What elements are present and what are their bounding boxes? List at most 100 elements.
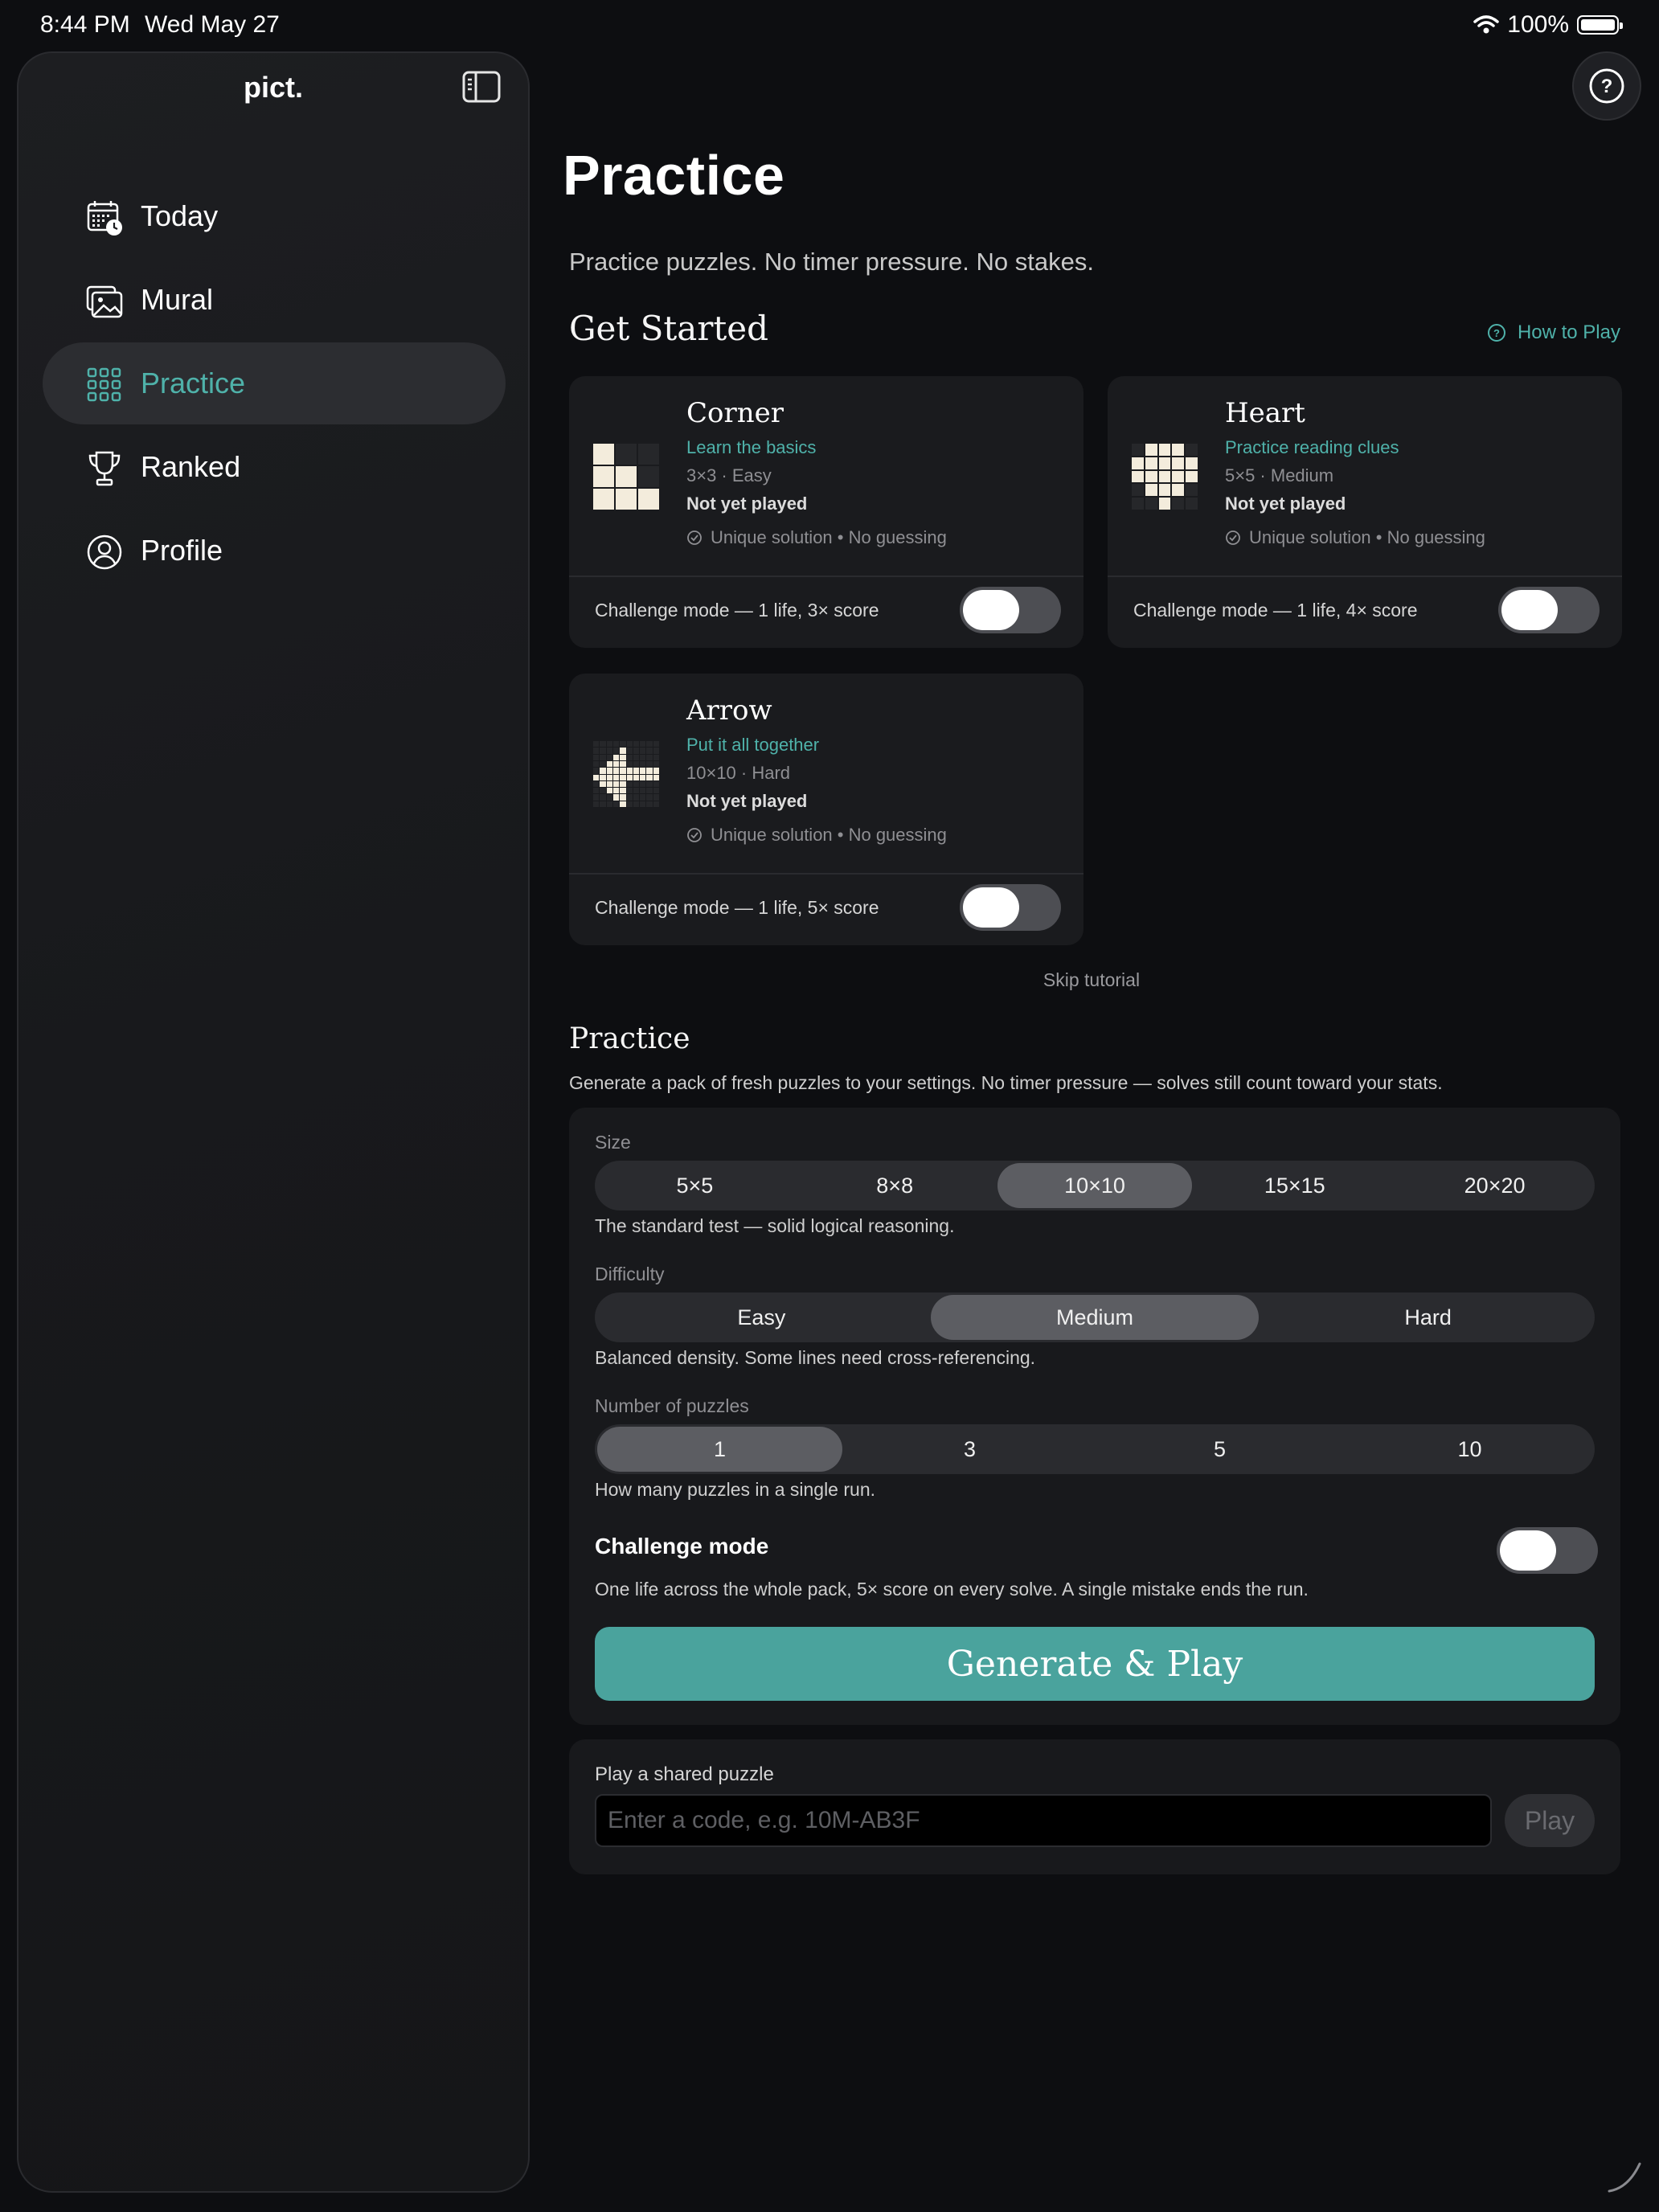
card-features: Unique solution • No guessing (686, 825, 947, 846)
app-brand: pict. (243, 71, 303, 104)
battery-percent: 100% (1507, 11, 1569, 38)
challenge-mode-help: One life across the whole pack, 5× score… (595, 1579, 1309, 1600)
sidebar-item-label: Profile (141, 534, 223, 567)
sidebar-item-label: Ranked (141, 450, 241, 483)
sidebar-item-ranked[interactable]: Ranked (43, 426, 506, 508)
trophy-icon (88, 451, 121, 486)
card-features-text: Unique solution • No guessing (1249, 527, 1485, 547)
puzzle-code-input[interactable] (595, 1794, 1492, 1847)
shared-puzzle-label: Play a shared puzzle (595, 1763, 774, 1785)
card-status: Not yet played (686, 791, 808, 811)
card-features: Unique solution • No guessing (686, 527, 947, 548)
size-option-10x10[interactable]: 10×10 (997, 1163, 1193, 1208)
sidebar-item-label: Practice (141, 367, 246, 399)
difficulty-option-hard[interactable]: Hard (1264, 1295, 1592, 1340)
svg-text:?: ? (1601, 76, 1613, 97)
battery-icon (1577, 15, 1623, 35)
shared-puzzle-panel: Play a shared puzzle Play (569, 1739, 1620, 1874)
sidebar-nav: Today Mural Practice Ranked Profile (43, 175, 506, 593)
svg-text:?: ? (1493, 327, 1500, 339)
person-circle-icon (87, 535, 122, 570)
card-features: Unique solution • No guessing (1225, 527, 1485, 548)
help-button[interactable]: ? (1572, 51, 1641, 121)
generate-play-button[interactable]: Generate & Play (595, 1627, 1595, 1701)
challenge-toggle[interactable] (1498, 587, 1600, 633)
challenge-toggle[interactable] (960, 587, 1061, 633)
difficulty-option-easy[interactable]: Easy (597, 1295, 926, 1340)
question-circle-icon: ? (1589, 68, 1624, 104)
count-option-5[interactable]: 5 (1097, 1427, 1342, 1472)
count-option-1[interactable]: 1 (597, 1427, 842, 1472)
card-tagline: Learn the basics (686, 437, 817, 457)
size-help: The standard test — solid logical reason… (595, 1215, 955, 1236)
difficulty-option-medium[interactable]: Medium (930, 1295, 1260, 1340)
card-meta: 10×10 · Hard (686, 763, 791, 783)
page-subtitle: Practice puzzles. No timer pressure. No … (569, 248, 1094, 276)
calendar-clock-icon (87, 201, 122, 236)
get-started-title: Get Started (569, 309, 769, 348)
grid-icon (87, 367, 121, 402)
card-meta: 3×3 · Easy (686, 465, 772, 485)
puzzle-thumbnail (593, 444, 659, 510)
challenge-toggle[interactable] (960, 884, 1061, 931)
difficulty-label: Difficulty (595, 1264, 665, 1284)
check-circle-icon (687, 530, 702, 545)
difficulty-segmented-control: Easy Medium Hard (595, 1292, 1595, 1342)
card-status: Not yet played (1225, 494, 1346, 514)
card-title: Corner (686, 397, 784, 429)
card-features-text: Unique solution • No guessing (711, 825, 947, 845)
count-segmented-control: 1 3 5 10 (595, 1424, 1595, 1474)
practice-section-title: Practice (569, 1022, 690, 1055)
size-option-15x15[interactable]: 15×15 (1197, 1163, 1392, 1208)
sidebar-item-mural[interactable]: Mural (43, 259, 506, 341)
divider (1108, 576, 1622, 577)
card-tagline: Practice reading clues (1225, 437, 1399, 457)
card-challenge-label: Challenge mode — 1 life, 5× score (595, 897, 879, 918)
status-time: 8:44 PM (40, 11, 130, 38)
card-features-text: Unique solution • No guessing (711, 527, 947, 547)
photos-icon (86, 285, 123, 318)
tutorial-card-corner[interactable]: Corner Learn the basics 3×3 · Easy Not y… (569, 376, 1083, 648)
count-option-10[interactable]: 10 (1347, 1427, 1592, 1472)
sidebar-toggle-icon[interactable] (462, 71, 501, 103)
size-option-20x20[interactable]: 20×20 (1397, 1163, 1592, 1208)
sidebar-item-practice[interactable]: Practice (43, 342, 506, 424)
size-label: Size (595, 1132, 631, 1153)
question-circle-icon: ? (1487, 324, 1505, 342)
page-title: Practice (563, 144, 785, 207)
size-segmented-control: 5×5 8×8 10×10 15×15 20×20 (595, 1161, 1595, 1210)
size-option-8x8[interactable]: 8×8 (797, 1163, 993, 1208)
card-status: Not yet played (686, 494, 808, 514)
status-indicators: 100% (1473, 11, 1623, 39)
sidebar-item-label: Mural (141, 283, 214, 316)
card-title: Arrow (686, 694, 772, 727)
wifi-icon (1473, 15, 1500, 34)
check-circle-icon (1226, 530, 1240, 545)
status-date: Wed May 27 (145, 11, 280, 38)
pencil-stroke-icon (1608, 2162, 1641, 2193)
check-circle-icon (687, 828, 702, 842)
challenge-mode-toggle[interactable] (1497, 1527, 1598, 1574)
sidebar-item-profile[interactable]: Profile (43, 510, 506, 592)
card-meta: 5×5 · Medium (1225, 465, 1334, 485)
practice-settings-panel: Size 5×5 8×8 10×10 15×15 20×20 The stand… (569, 1108, 1620, 1725)
count-option-3[interactable]: 3 (847, 1427, 1092, 1472)
sidebar: pict. Today Mural Practice Ranked Profil… (17, 51, 530, 2193)
divider (569, 873, 1083, 875)
count-label: Number of puzzles (595, 1395, 749, 1416)
tutorial-card-arrow[interactable]: Arrow Put it all together 10×10 · Hard N… (569, 674, 1083, 945)
card-title: Heart (1225, 397, 1305, 429)
divider (569, 576, 1083, 577)
puzzle-thumbnail (593, 741, 659, 807)
play-code-button[interactable]: Play (1505, 1794, 1595, 1847)
sidebar-item-today[interactable]: Today (43, 175, 506, 257)
size-option-5x5[interactable]: 5×5 (597, 1163, 793, 1208)
skip-tutorial-link[interactable]: Skip tutorial (563, 969, 1620, 991)
how-to-play-link[interactable]: ? How to Play (1487, 322, 1620, 344)
how-to-play-label: How to Play (1517, 322, 1620, 343)
card-challenge-label: Challenge mode — 1 life, 4× score (1133, 600, 1418, 621)
status-bar: 8:44 PM Wed May 27 100% (0, 0, 1659, 51)
count-help: How many puzzles in a single run. (595, 1479, 875, 1500)
tutorial-card-heart[interactable]: Heart Practice reading clues 5×5 · Mediu… (1108, 376, 1622, 648)
sidebar-item-label: Today (141, 199, 219, 232)
